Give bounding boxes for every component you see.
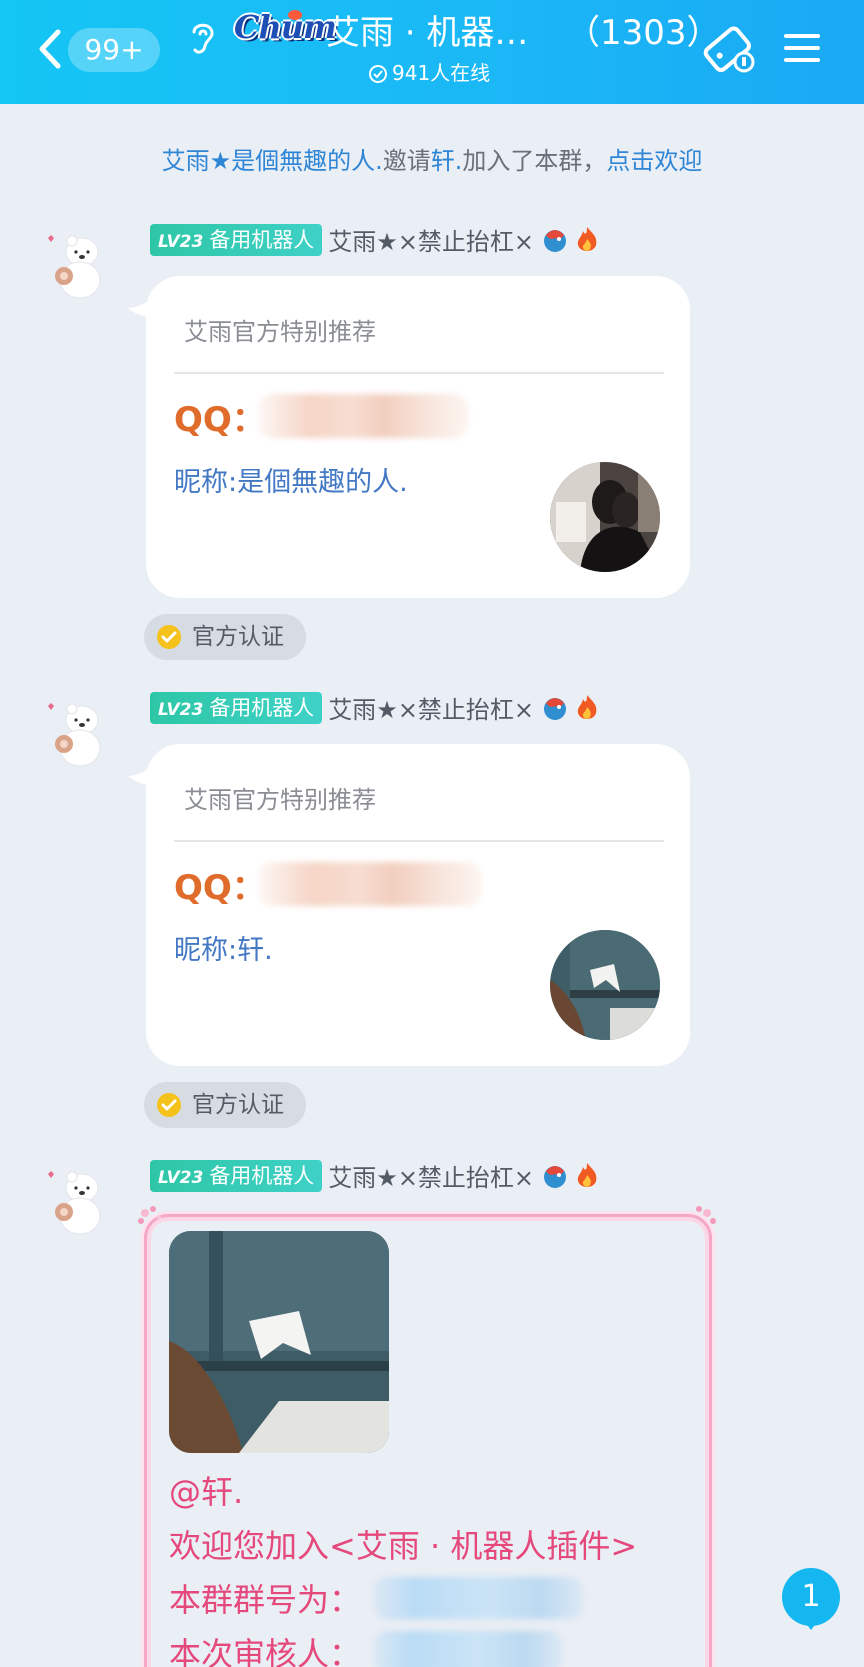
- chum-logo: Chum: [234, 8, 337, 56]
- mention-line[interactable]: @轩.: [169, 1467, 243, 1513]
- unread-count-badge[interactable]: 99+: [68, 28, 160, 72]
- online-count: 941人在线: [392, 61, 491, 85]
- logo-dot: [288, 10, 302, 20]
- recommend-card[interactable]: 艾雨官方特别推荐 QQ： 昵称:是個無趣的人.: [128, 276, 690, 598]
- fire-icon: [577, 1162, 597, 1187]
- official-badge-label: 官方认证: [192, 624, 284, 650]
- sender-name[interactable]: 艾雨★×禁止抬杠×: [328, 690, 534, 725]
- welcome-link[interactable]: 点击欢迎: [606, 147, 702, 175]
- chevron-left-icon: [39, 29, 61, 69]
- card-title: 艾雨官方特别推荐: [184, 786, 376, 814]
- shared-photo[interactable]: [169, 1231, 389, 1453]
- dragon-medal-icon: [544, 697, 567, 720]
- member-title: 备用机器人: [209, 1163, 315, 1188]
- qq-number-redacted: [258, 862, 482, 906]
- sender-row: LV23 备用机器人 艾雨★×禁止抬杠×: [150, 690, 600, 726]
- bubble-tail: [128, 296, 158, 318]
- system-join-notice: 艾雨★是個無趣的人.邀请轩.加入了本群，点击欢迎: [0, 144, 864, 178]
- badge-tail: [802, 1618, 820, 1630]
- verified-check-icon: [157, 625, 181, 649]
- ear-icon[interactable]: [186, 18, 218, 58]
- card-divider: [174, 372, 664, 374]
- invitee-link[interactable]: 轩.: [431, 147, 463, 175]
- card-divider: [174, 840, 664, 842]
- bear-avatar[interactable]: [44, 1168, 106, 1238]
- level-badge: LV23 备用机器人: [150, 691, 323, 724]
- group-number-redacted: [373, 1577, 583, 1619]
- verified-check-icon: [157, 1093, 181, 1117]
- back-button[interactable]: [30, 24, 70, 74]
- welcome-message-bubble[interactable]: @轩. 欢迎您加入<艾雨 · 机器人插件> 本群群号为： 本次审核人：: [138, 1206, 716, 1667]
- level-badge: LV23 备用机器人: [150, 223, 323, 256]
- qq-label: QQ：: [174, 400, 266, 440]
- dragon-medal-icon: [544, 1165, 567, 1188]
- reviewer-line: 本次审核人：: [169, 1635, 362, 1667]
- new-message-badge[interactable]: 1: [782, 1568, 840, 1630]
- profile-photo[interactable]: [550, 462, 660, 572]
- sender-row: LV23 备用机器人 艾雨★×禁止抬杠×: [150, 222, 600, 258]
- official-verified-badge[interactable]: 官方认证: [144, 614, 306, 660]
- reviewer-redacted: [373, 1631, 563, 1667]
- level-text: LV23: [158, 1167, 204, 1188]
- level-text: LV23: [158, 699, 204, 720]
- member-count[interactable]: （1303）: [566, 8, 721, 58]
- group-title[interactable]: 艾雨 · 机器…: [326, 8, 528, 58]
- profile-photo[interactable]: [550, 930, 660, 1040]
- sender-name[interactable]: 艾雨★×禁止抬杠×: [328, 222, 534, 257]
- bubble-tail: [128, 764, 158, 786]
- flower-corner-icon: [138, 1206, 161, 1224]
- menu-icon[interactable]: [782, 28, 822, 68]
- recommend-card[interactable]: 艾雨官方特别推荐 QQ： 昵称:轩.: [128, 744, 690, 1066]
- level-text: LV23: [158, 231, 204, 252]
- inviter-link[interactable]: 艾雨★是個無趣的人.: [162, 147, 383, 175]
- nickname: 昵称:是個無趣的人.: [174, 467, 408, 498]
- nickname: 昵称:轩.: [174, 935, 273, 966]
- notice-suffix: 加入了本群，: [462, 147, 607, 175]
- member-title: 备用机器人: [209, 695, 315, 720]
- notice-verb: 邀请: [382, 147, 431, 175]
- tag-icon[interactable]: [700, 22, 756, 78]
- welcome-line: 欢迎您加入<艾雨 · 机器人插件>: [169, 1527, 638, 1565]
- qq-number-redacted: [258, 394, 468, 438]
- official-verified-badge[interactable]: 官方认证: [144, 1082, 306, 1128]
- card-title: 艾雨官方特别推荐: [184, 318, 376, 346]
- fire-icon: [577, 226, 597, 251]
- online-status: 941人在线: [368, 58, 490, 88]
- qq-label: QQ：: [174, 868, 266, 908]
- official-badge-label: 官方认证: [192, 1092, 284, 1118]
- level-badge: LV23 备用机器人: [150, 1159, 323, 1192]
- new-message-count: 1: [801, 1579, 821, 1614]
- chum-logo-text: Chum: [234, 8, 337, 46]
- flower-corner-icon: [696, 1206, 716, 1224]
- bear-avatar[interactable]: [44, 232, 106, 302]
- bear-avatar[interactable]: [44, 700, 106, 770]
- fire-icon: [577, 694, 597, 719]
- member-title: 备用机器人: [209, 227, 315, 252]
- check-circle-icon: [369, 65, 387, 83]
- sender-name[interactable]: 艾雨★×禁止抬杠×: [328, 1158, 534, 1193]
- group-number-line: 本群群号为：: [169, 1581, 362, 1619]
- chat-header: 99+ Chum 艾雨 · 机器… （1303） 941人在线: [0, 0, 864, 104]
- sender-row: LV23 备用机器人 艾雨★×禁止抬杠×: [150, 1158, 600, 1194]
- dragon-medal-icon: [544, 229, 567, 252]
